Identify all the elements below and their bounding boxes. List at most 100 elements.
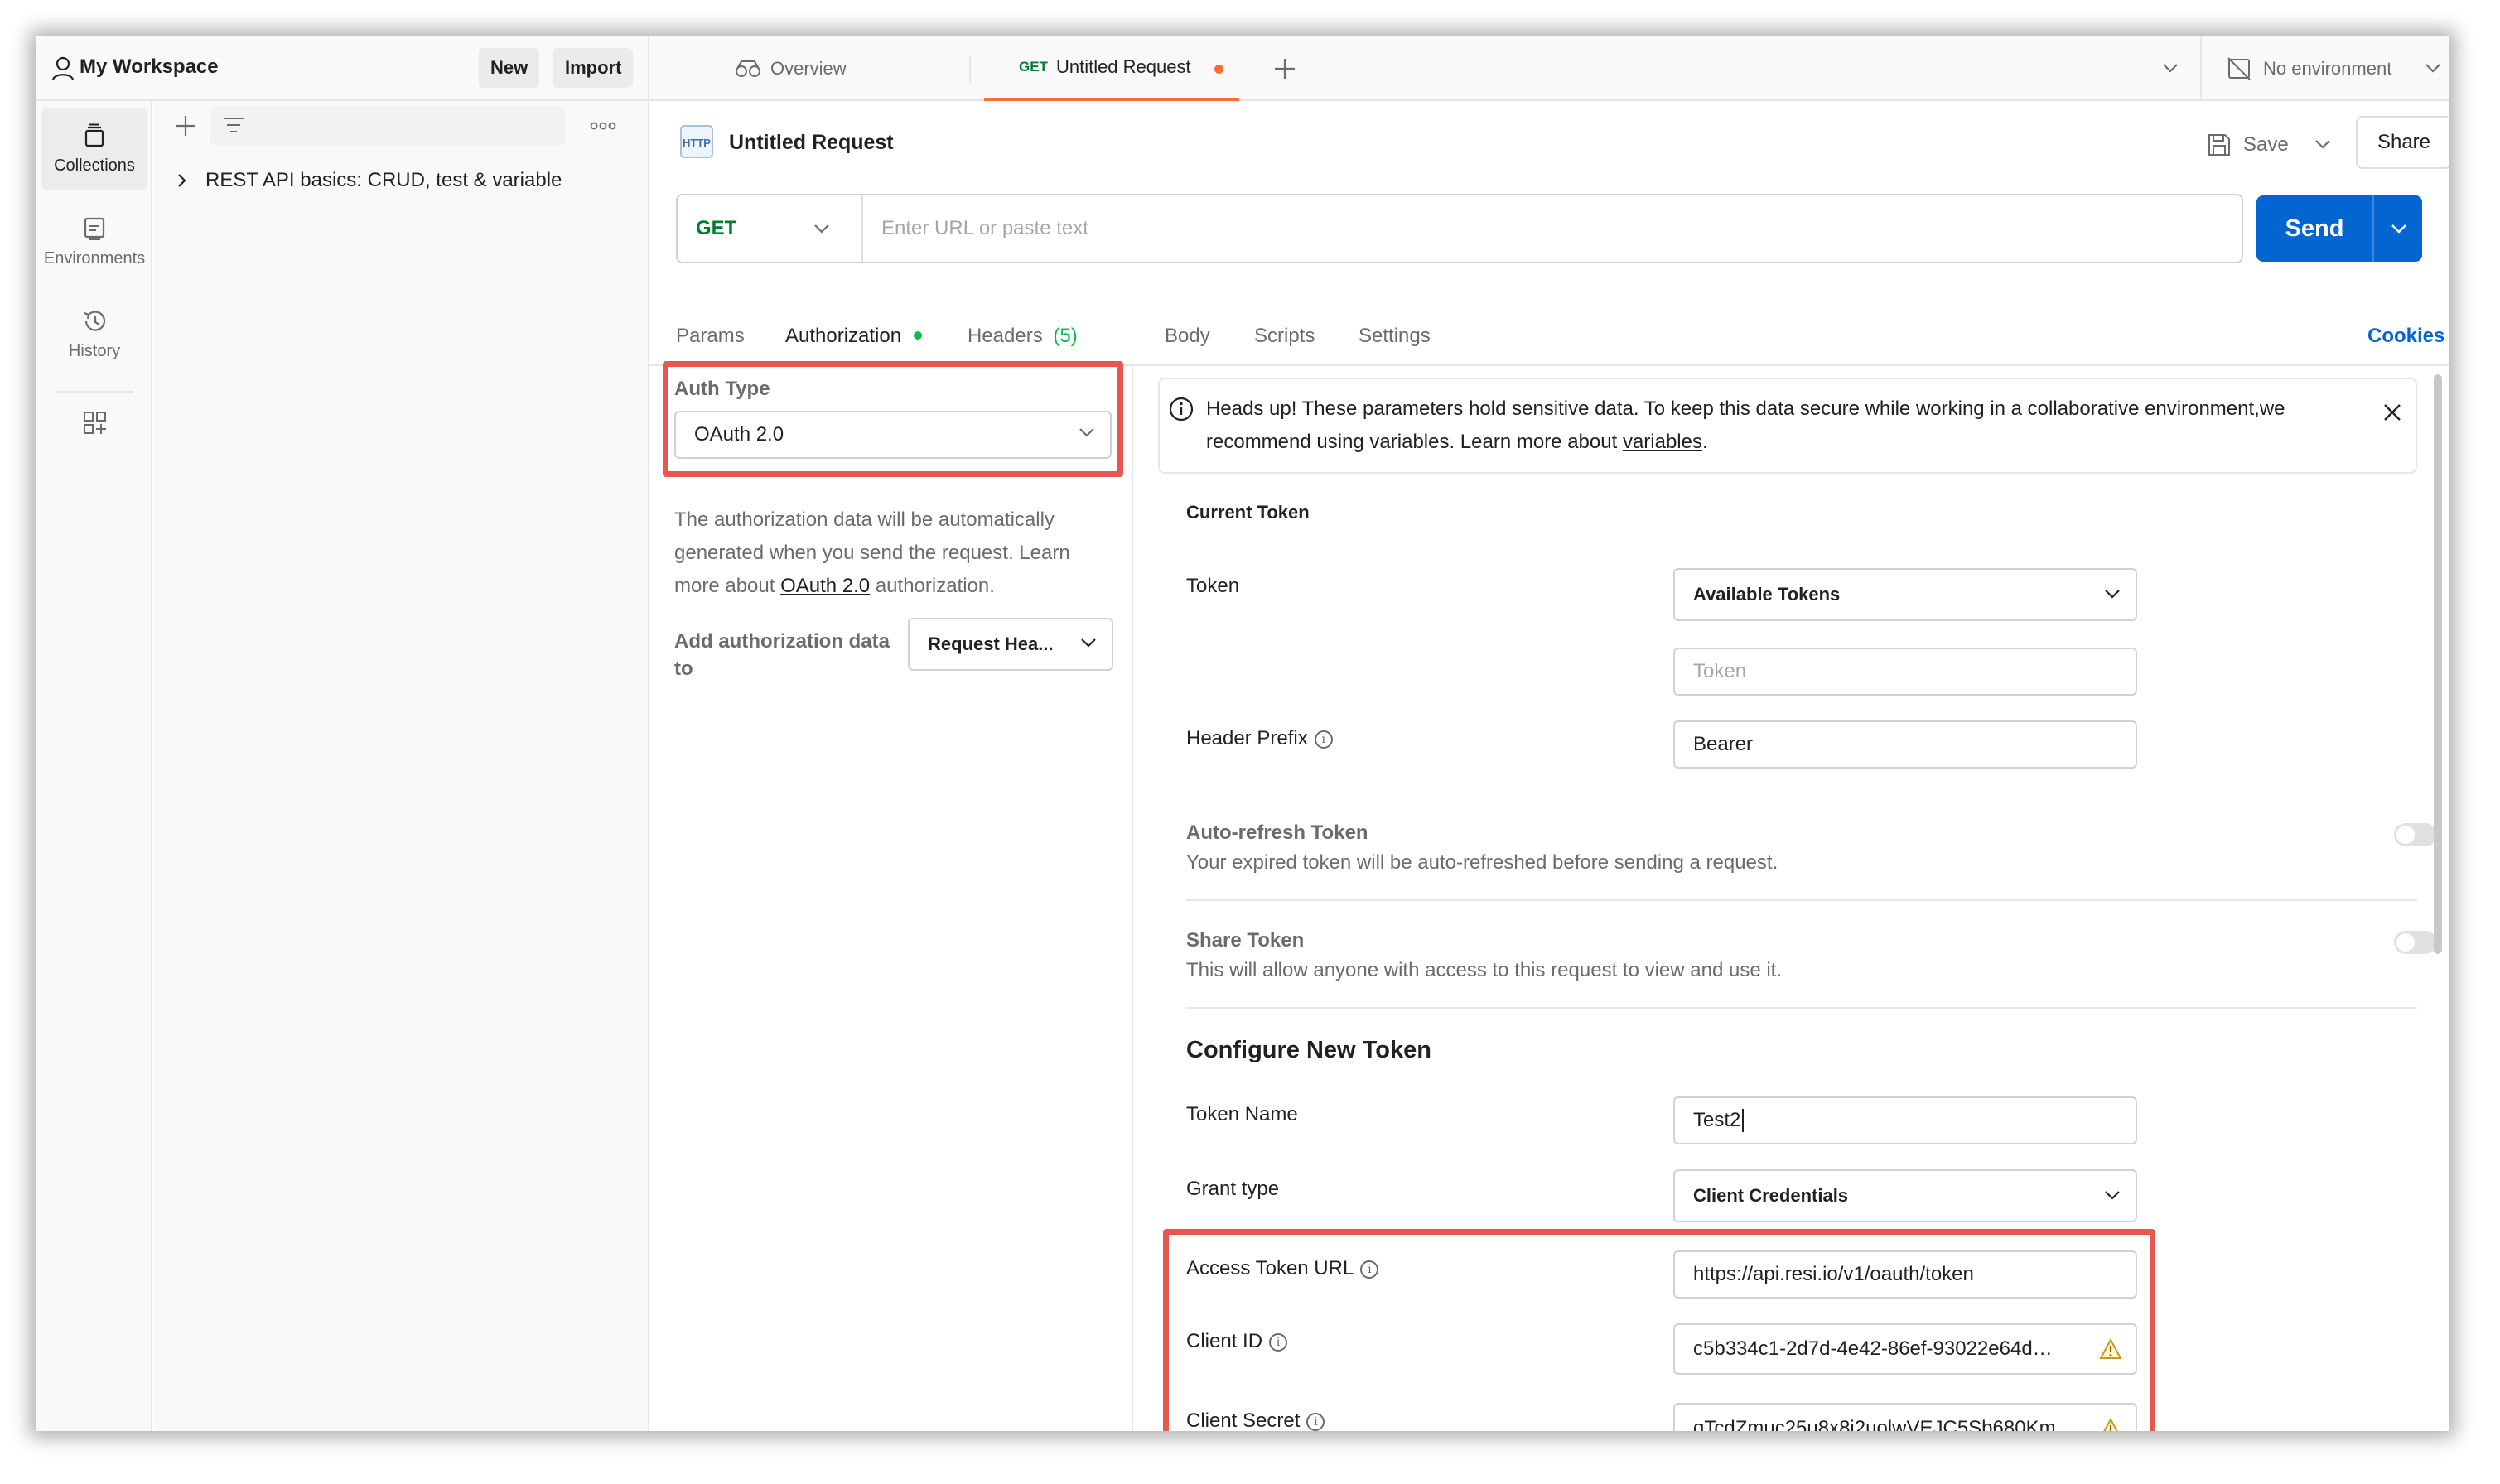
header-prefix-text: Header Prefix [1186, 727, 1308, 749]
rail-label-collections: Collections [54, 156, 135, 175]
method-chevron-icon[interactable] [813, 224, 830, 235]
request-panel: HTTP Untitled Request Save Share GET Ent… [649, 101, 2449, 1431]
method-select[interactable]: GET [696, 217, 736, 240]
app-window: My Workspace New Import Collections Envi… [36, 36, 2449, 1431]
rail-item-history[interactable]: History [41, 293, 147, 376]
access-token-url-label: Access Token URL i [1186, 1257, 1379, 1280]
url-bar: GET Enter URL or paste text [676, 194, 2243, 263]
oauth-learn-more-link[interactable]: OAuth 2.0 [780, 575, 870, 597]
environment-chevron-icon[interactable] [2425, 63, 2441, 75]
tab-authorization-label: Authorization [785, 325, 902, 347]
new-tab-icon[interactable] [1274, 58, 1296, 80]
token-label: Token [1186, 575, 1240, 597]
new-button[interactable]: New [479, 48, 540, 88]
section-divider [1186, 1007, 2417, 1009]
workspace-header: My Workspace New Import [36, 36, 649, 101]
tab-authorization[interactable]: Authorization [785, 325, 922, 348]
access-token-url-info-icon[interactable]: i [1360, 1260, 1379, 1279]
filter-icon[interactable] [222, 116, 245, 136]
auth-type-select[interactable]: OAuth 2.0 [674, 411, 1112, 459]
header-prefix-input[interactable]: Bearer [1673, 720, 2137, 768]
svg-text:HTTP: HTTP [683, 137, 711, 149]
client-secret-input[interactable]: qTcdZmuc25u8x8i2uolwVEJC5Sb680Km… [1673, 1403, 2137, 1431]
add-apps-icon[interactable] [83, 411, 108, 436]
section-divider [1186, 899, 2417, 901]
auto-refresh-toggle[interactable] [2394, 823, 2437, 846]
chevron-right-icon[interactable] [177, 173, 187, 188]
send-options-chevron-icon[interactable] [2391, 224, 2407, 235]
tab-overview[interactable]: Overview [734, 36, 847, 101]
http-request-icon: HTTP [680, 125, 713, 158]
header-prefix-value: Bearer [1693, 733, 1754, 755]
notice-suffix: . [1701, 431, 1708, 453]
token-name-value: Test2 [1693, 1109, 1741, 1131]
access-token-url-input[interactable]: https://api.resi.io/v1/oauth/token [1673, 1250, 2137, 1298]
add-auth-to-select[interactable]: Request Hea... [908, 618, 1113, 671]
share-token-toggle[interactable] [2394, 931, 2437, 954]
grant-type-chevron-icon[interactable] [2104, 1190, 2121, 1202]
header-prefix-info-icon[interactable]: i [1314, 730, 1333, 749]
notice-text: Heads up! These parameters hold sensitiv… [1206, 393, 2374, 459]
more-options-icon[interactable] [590, 121, 616, 131]
tab-settings[interactable]: Settings [1359, 325, 1431, 348]
share-token-description: This will allow anyone with access to th… [1186, 959, 1783, 981]
variables-link[interactable]: variables [1623, 431, 1702, 453]
collection-search-input[interactable] [210, 106, 565, 146]
env-separator [2200, 36, 2202, 101]
url-input[interactable]: Enter URL or paste text [881, 217, 1088, 240]
headers-count: (5) [1053, 325, 1078, 347]
tab-bar: Overview GET Untitled Request No environ… [649, 36, 2449, 101]
token-input[interactable]: Token [1673, 648, 2137, 696]
rail-item-environments[interactable]: Environments [41, 200, 147, 283]
add-collection-icon[interactable] [174, 114, 197, 137]
send-separator [2372, 195, 2374, 262]
tab-body[interactable]: Body [1165, 325, 1210, 348]
send-button[interactable]: Send [2256, 195, 2372, 262]
environments-icon [84, 217, 105, 240]
close-icon[interactable] [2382, 402, 2402, 422]
tab-headers-label: Headers [968, 325, 1043, 347]
environment-label: No environment [2263, 58, 2392, 79]
tab-separator [969, 55, 971, 83]
tab-params[interactable]: Params [676, 325, 745, 348]
sensitive-data-notice: Heads up! These parameters hold sensitiv… [1158, 378, 2417, 474]
token-name-label: Token Name [1186, 1103, 1298, 1125]
import-button[interactable]: Import [553, 48, 634, 88]
tab-list-chevron-icon[interactable] [2162, 63, 2179, 75]
collection-item[interactable]: REST API basics: CRUD, test & variable [177, 169, 562, 192]
history-icon [84, 310, 106, 331]
client-id-input[interactable]: c5b334c1-2d7d-4e42-86ef-93022e64d… [1673, 1323, 2137, 1375]
access-token-url-value: https://api.resi.io/v1/oauth/token [1693, 1263, 1974, 1285]
rail-label-history: History [68, 341, 121, 360]
cookies-link[interactable]: Cookies [2367, 325, 2444, 348]
auth-description-suffix: authorization. [870, 575, 995, 597]
token-name-input[interactable]: Test2 [1673, 1096, 2137, 1144]
client-id-text: Client ID [1186, 1330, 1263, 1352]
tab-scripts[interactable]: Scripts [1254, 325, 1315, 348]
tab-request-label: Untitled Request [1055, 56, 1191, 77]
add-auth-to-chevron-icon[interactable] [1080, 638, 1097, 649]
warning-icon [2103, 1418, 2118, 1431]
save-options-chevron-icon[interactable] [2314, 139, 2331, 151]
environment-selector[interactable]: No environment [2227, 36, 2442, 101]
client-id-info-icon[interactable]: i [1269, 1333, 1288, 1352]
request-title[interactable]: Untitled Request [729, 131, 894, 155]
tab-headers[interactable]: Headers (5) [968, 325, 1078, 348]
auth-type-chevron-icon[interactable] [1079, 427, 1095, 439]
tab-overview-label: Overview [770, 58, 847, 79]
workspace-name[interactable]: My Workspace [80, 55, 219, 79]
configure-token-heading: Configure New Token [1186, 1037, 1431, 1063]
tab-untitled-request[interactable]: GET Untitled Request [984, 36, 1239, 101]
vertical-scrollbar[interactable] [2434, 374, 2442, 954]
available-tokens-select[interactable]: Available Tokens [1673, 568, 2137, 621]
save-button[interactable]: Save [2207, 121, 2306, 169]
rail-item-collections[interactable]: Collections [41, 108, 147, 190]
client-secret-info-icon[interactable]: i [1306, 1413, 1325, 1431]
grant-type-select[interactable]: Client Credentials [1673, 1169, 2137, 1222]
rail-label-environments: Environments [43, 248, 146, 267]
client-secret-value: qTcdZmuc25u8x8i2uolwVEJC5Sb680Km… [1693, 1417, 2076, 1431]
share-button[interactable]: Share [2356, 116, 2449, 169]
tab-request-method: GET [1019, 59, 1048, 75]
available-tokens-chevron-icon[interactable] [2104, 589, 2121, 600]
add-auth-to-label: Add authorization data to [674, 630, 890, 680]
